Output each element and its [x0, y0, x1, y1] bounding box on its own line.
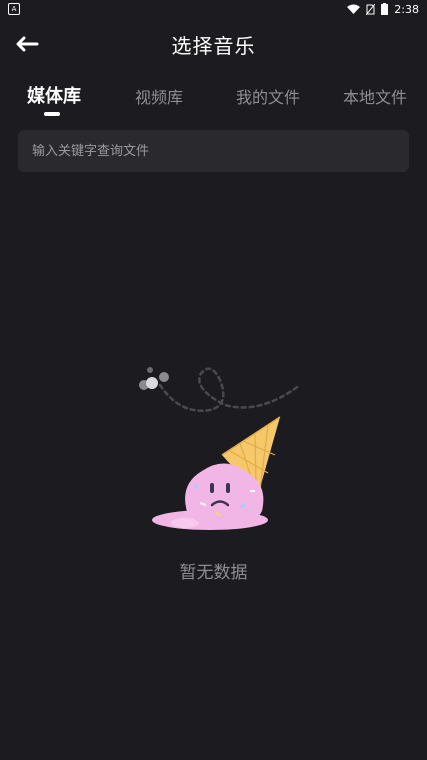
tab-my-files[interactable]: 我的文件 [236, 84, 300, 108]
search-input[interactable] [30, 142, 409, 160]
search-box[interactable] [18, 130, 409, 172]
tab-local-files[interactable]: 本地文件 [343, 84, 407, 108]
melted-ice-cream-icon [139, 367, 302, 530]
notification-a-icon: A [8, 3, 20, 15]
wifi-icon [347, 4, 361, 14]
status-right: 2:38 [347, 3, 419, 16]
active-tab-indicator [44, 112, 60, 116]
status-time: 2:38 [394, 2, 419, 16]
tab-video-library[interactable]: 视频库 [135, 84, 183, 108]
battery-icon [381, 3, 389, 15]
tab-bar: 媒体库 视频库 我的文件 本地文件 [0, 74, 427, 122]
status-bar: A 2:38 [0, 0, 427, 18]
fly-icon [139, 367, 169, 390]
header: 选择音乐 [0, 18, 427, 70]
status-left: A [8, 3, 20, 15]
page-title: 选择音乐 [171, 33, 256, 58]
back-button[interactable] [14, 32, 40, 56]
no-sim-icon [366, 3, 376, 15]
arrow-left-icon [16, 36, 39, 52]
empty-state-message: 暂无数据 [179, 563, 248, 583]
tab-media-library[interactable]: 媒体库 [27, 82, 81, 108]
